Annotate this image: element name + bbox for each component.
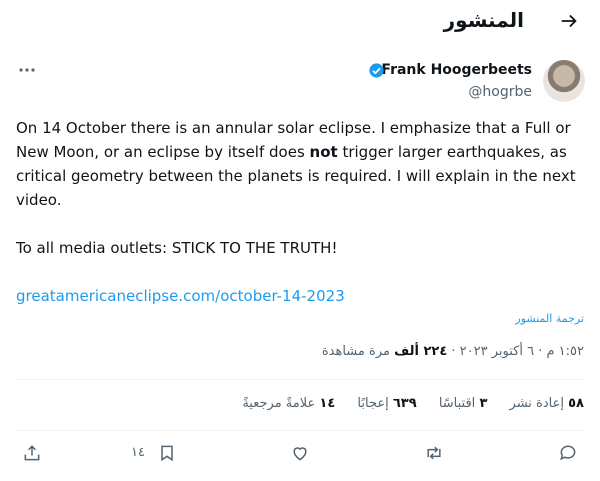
post-bold: not: [309, 143, 338, 161]
like-button[interactable]: [290, 443, 310, 467]
bookmark-icon: [161, 445, 173, 462]
bookmark-button[interactable]: [157, 443, 177, 467]
divider: [16, 379, 584, 380]
quotes-stat[interactable]: ٣ اقتباسًا: [439, 396, 488, 411]
engagement-stats: ٥٨ إعادة نشر ٣ اقتباسًا ٦٣٩ إعجابًا ١٤ ع…: [224, 396, 584, 411]
repost-button[interactable]: [424, 443, 444, 467]
translate-post-link[interactable]: ترجمة المنشور: [515, 312, 584, 325]
like-icon: [293, 447, 307, 461]
header: المنشور: [0, 0, 600, 44]
avatar[interactable]: [543, 60, 585, 102]
post-timestamp[interactable]: ١:٥٢ م · ٦ أكتوبر ٢٠٢٣ ·: [447, 344, 584, 359]
post-paragraph-2: To all media outlets: STICK TO THE TRUTH…: [16, 239, 338, 257]
reply-button[interactable]: [558, 443, 578, 467]
back-arrow-icon: [561, 14, 577, 28]
post-link[interactable]: greatamericaneclipse.com/october-14-2023: [16, 284, 588, 308]
more-options-button[interactable]: [16, 60, 38, 80]
page-title: المنشور: [443, 8, 524, 32]
more-icon: [19, 68, 35, 72]
likes-stat[interactable]: ٦٣٩ إعجابًا: [357, 396, 416, 411]
verified-badge-icon: [369, 63, 384, 78]
back-button[interactable]: [558, 10, 582, 34]
reply-icon: [560, 445, 576, 461]
author-handle[interactable]: @hogrbe: [468, 84, 532, 100]
reposts-stat[interactable]: ٥٨ إعادة نشر: [510, 396, 584, 411]
post-text: On 14 October there is an annular solar …: [16, 116, 588, 308]
author-name[interactable]: Frank Hoogerbeets: [381, 62, 532, 78]
views-count: ٢٢٤ ألف: [394, 344, 448, 359]
share-button[interactable]: [22, 443, 42, 467]
post-meta: ١:٥٢ م · ٦ أكتوبر ٢٠٢٣ · ٢٢٤ ألف مرة مشا…: [321, 344, 584, 359]
post-paragraph-1: On 14 October there is an annular solar …: [16, 119, 576, 209]
repost-icon: [427, 446, 441, 460]
bookmark-count: ١٤: [131, 445, 145, 460]
share-icon: [24, 445, 40, 461]
bookmarks-stat[interactable]: ١٤ علامةً مرجعيةً: [242, 396, 335, 411]
divider: [16, 430, 584, 431]
